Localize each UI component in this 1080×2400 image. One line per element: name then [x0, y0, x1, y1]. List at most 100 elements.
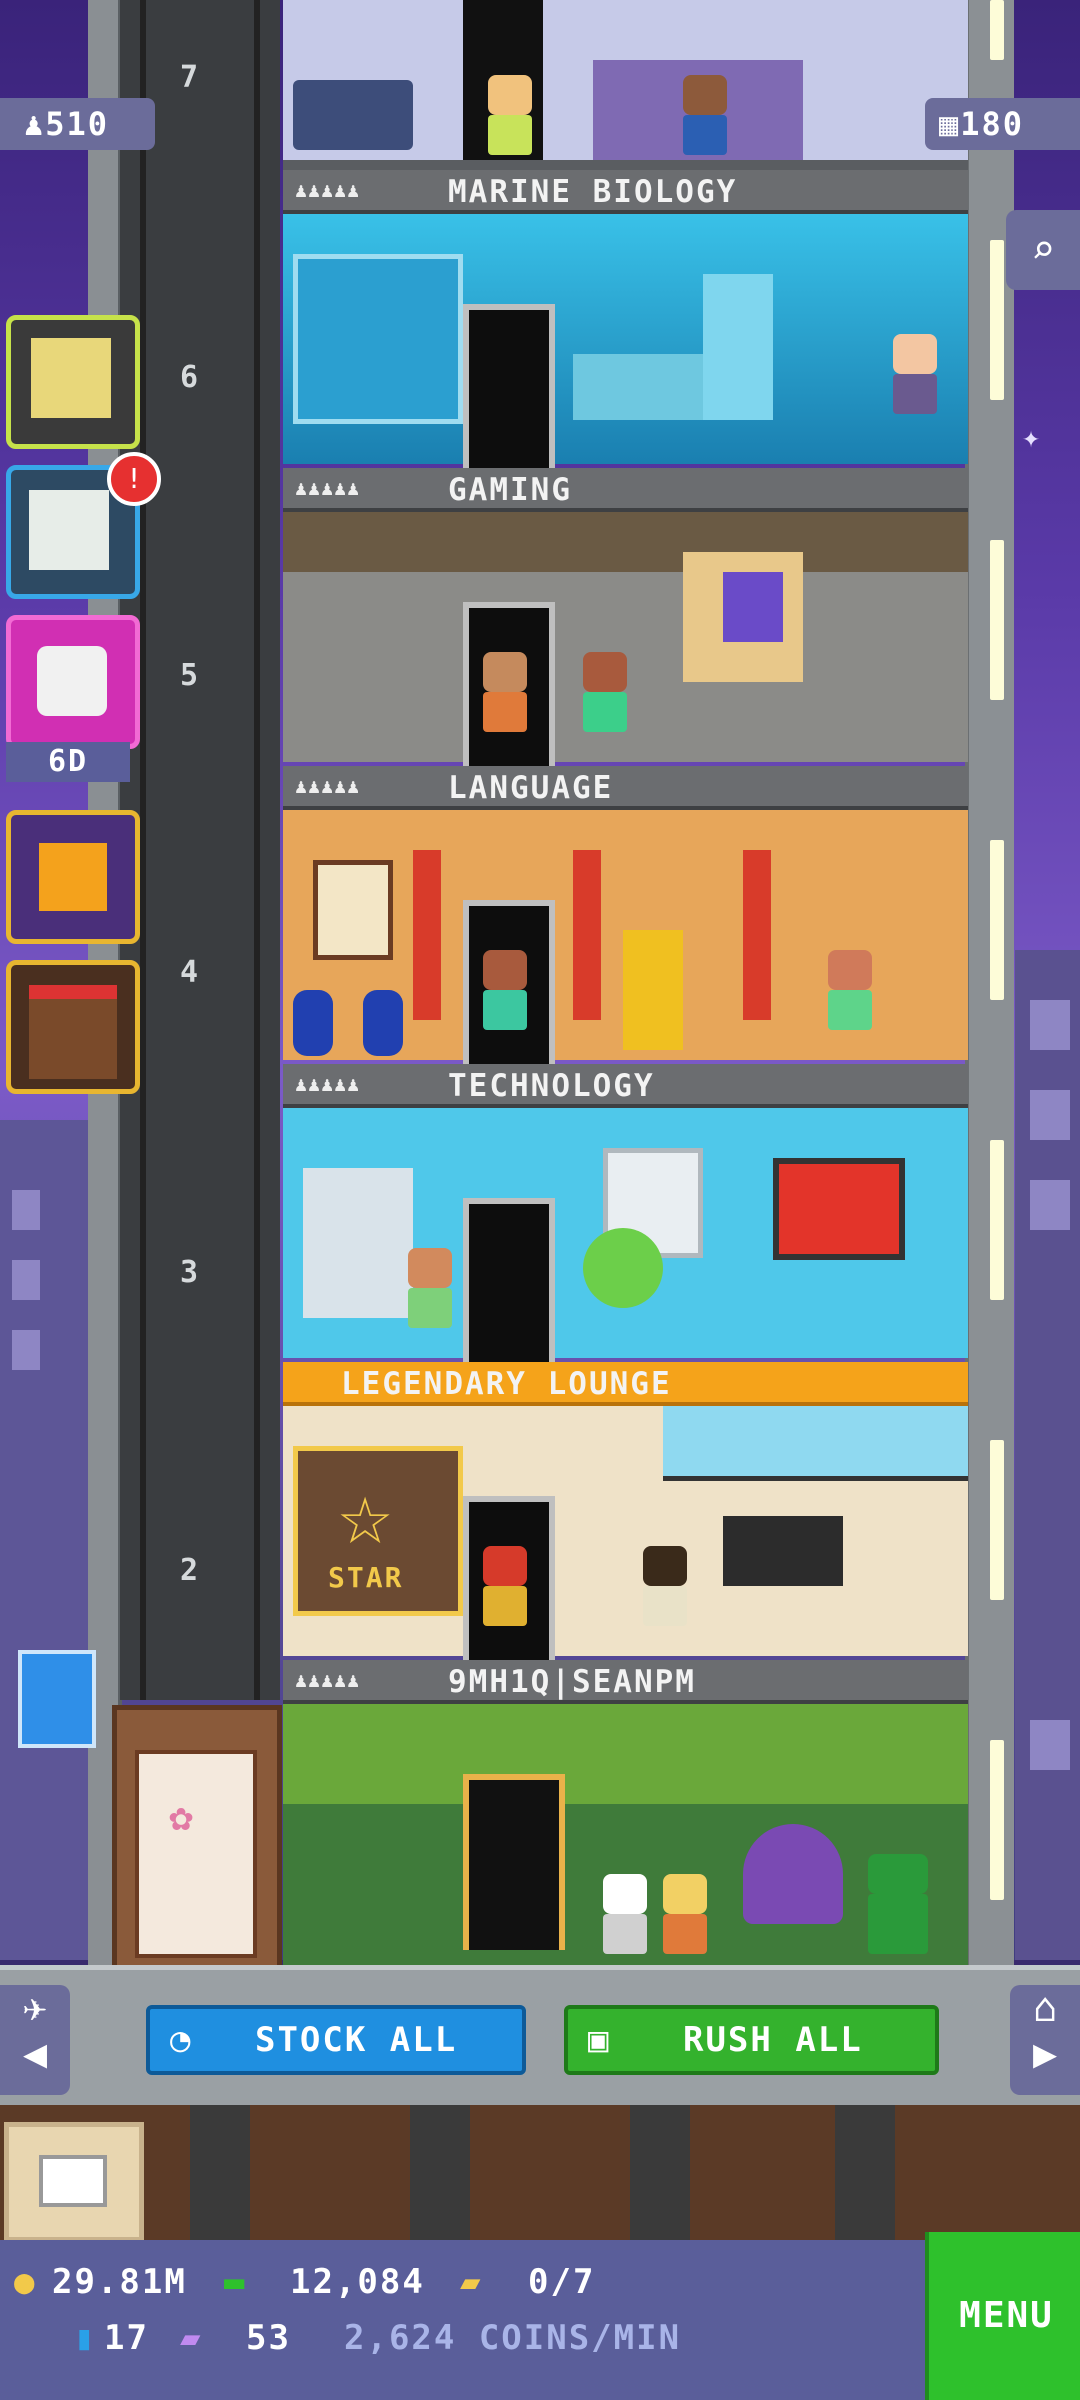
resident-sprite[interactable] [643, 1546, 687, 1626]
shelf [303, 1168, 413, 1318]
bux-value: 12,084 [290, 2262, 425, 2302]
resident-sprite[interactable] [483, 1546, 527, 1626]
resident-sprite[interactable] [488, 75, 532, 155]
window [1030, 1720, 1070, 1770]
elevator-rail [254, 0, 260, 1700]
elevator-down-button[interactable]: ✈ ◀ [0, 1985, 70, 2095]
window [1030, 1000, 1070, 1050]
gift-icon [39, 843, 107, 911]
tickets-value: 0/7 [528, 2262, 596, 2302]
coins-per-min: 2,624 COINS/MIN [344, 2318, 682, 2358]
floor-name: GAMING [448, 472, 572, 508]
floor-name-bar: ♟♟♟♟♟ GAMING [283, 468, 968, 512]
dice-icon [37, 646, 107, 716]
capacity-icons: ♟♟♟♟♟ [295, 476, 361, 500]
sofa [723, 1516, 843, 1586]
floor-technology[interactable]: ♟♟♟♟♟ TECHNOLOGY [283, 1064, 968, 1362]
floor-name: TECHNOLOGY [448, 1068, 655, 1104]
stock-all-button[interactable]: ◔ STOCK ALL [146, 2005, 526, 2075]
floor-name-bar: ♟♟♟♟♟ LANGUAGE [283, 766, 968, 810]
box-icon [39, 2155, 107, 2207]
cabinet [573, 354, 723, 420]
gift-button[interactable] [6, 810, 140, 944]
resident-sprite[interactable] [583, 652, 627, 732]
door [463, 1774, 565, 1950]
resident-sprite[interactable] [663, 1874, 707, 1954]
floor-legendary-lounge[interactable]: LEGENDARY LOUNGE ☆ STAR [283, 1362, 968, 1660]
wall-light [990, 1140, 1004, 1300]
resident-sprite[interactable] [893, 334, 937, 414]
resident-sprite[interactable] [483, 950, 527, 1030]
floor-number: 3 [179, 1255, 201, 1290]
leprechaun-sprite[interactable] [868, 1854, 928, 1954]
star-sign: ☆ STAR [293, 1446, 463, 1616]
floor-number: 6 [179, 360, 201, 395]
resident-sprite[interactable] [603, 1874, 647, 1954]
floor-room [283, 214, 968, 468]
monitor [773, 1158, 905, 1260]
pillar [743, 850, 771, 1020]
home-icon: ⌂ [1032, 1985, 1058, 2031]
floor-language[interactable]: ♟♟♟♟♟ LANGUAGE [283, 766, 968, 1064]
ticket-icon: ▰ [460, 2262, 483, 2302]
floor-room [283, 1704, 968, 1965]
window [1030, 1090, 1070, 1140]
shop-button[interactable] [6, 960, 140, 1094]
wall-light [990, 240, 1004, 400]
dice-button[interactable] [6, 615, 140, 749]
fridge [703, 274, 773, 420]
vase [363, 990, 403, 1056]
resident-sprite[interactable] [828, 950, 872, 1030]
door [463, 304, 555, 468]
resident-sprite[interactable] [408, 1248, 452, 1328]
floor-forest-residence[interactable]: ♟♟♟♟♟ 9MH1Q|SEANPM [283, 1660, 968, 1965]
wall-light [990, 1440, 1004, 1600]
resident-sprite[interactable] [483, 652, 527, 732]
elevator-up-button[interactable]: ⌂ ▶ [1010, 1985, 1080, 2095]
market-stall-icon [29, 985, 117, 1079]
wall-light [990, 0, 1004, 60]
floor-name: 9MH1Q|SEANPM [448, 1664, 696, 1700]
search-icon[interactable]: ⌕ [1006, 210, 1080, 290]
capacity-icons: ♟♟♟♟♟ [295, 774, 361, 798]
gems-value: 17 [104, 2318, 149, 2358]
floor-top-residential[interactable] [283, 0, 968, 170]
floor-name-bar: ♟♟♟♟♟ TECHNOLOGY [283, 1064, 968, 1108]
pillar [413, 850, 441, 1020]
column [835, 2105, 895, 2240]
build-floor-button[interactable] [6, 315, 140, 449]
window [12, 1330, 40, 1370]
chat-icon[interactable] [18, 1650, 96, 1748]
inventory-box-button[interactable] [4, 2122, 144, 2242]
floor-room [283, 1108, 968, 1362]
floor-room: ☆ STAR [283, 1406, 968, 1660]
egg-chair [583, 1228, 663, 1308]
checklist-icon [29, 490, 109, 570]
floor-gaming[interactable]: ♟♟♟♟♟ GAMING [283, 468, 968, 766]
lobby-entrance[interactable]: ✿ [112, 1705, 282, 1975]
wall-light [990, 1740, 1004, 1900]
floor-number: 5 [179, 658, 201, 693]
missions-button[interactable]: ! [6, 452, 161, 599]
elevator-shaft[interactable] [120, 0, 280, 1700]
floor-number: 7 [179, 60, 201, 95]
building-icon: ▦ [939, 105, 961, 143]
tree-canopy [283, 1704, 968, 1804]
resident-sprite[interactable] [683, 75, 727, 155]
right-arrow-icon: ▶ [1032, 2031, 1058, 2077]
building-icon [31, 338, 111, 418]
gem-icon: ▮ [74, 2318, 97, 2358]
portal-block [723, 572, 783, 642]
window [1030, 1180, 1070, 1230]
menu-button[interactable]: MENU [925, 2232, 1080, 2400]
floor-name-bar: LEGENDARY LOUNGE [283, 1362, 968, 1406]
floor-room [283, 810, 968, 1064]
door [463, 1198, 555, 1362]
floor-counter[interactable]: ▦180 [925, 98, 1080, 150]
elevator-rail [140, 0, 146, 1700]
rush-all-button[interactable]: ▣ RUSH ALL [564, 2005, 939, 2075]
population-counter[interactable]: ♟510 [0, 98, 155, 150]
wall-light [990, 840, 1004, 1000]
floor-marine-biology[interactable]: ♟♟♟♟♟ MARINE BIOLOGY [283, 170, 968, 468]
bux-icon: ▬ [224, 2262, 247, 2302]
